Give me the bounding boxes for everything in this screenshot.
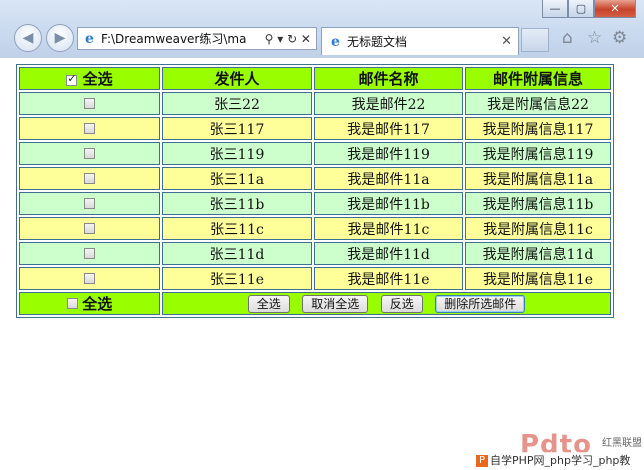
row-checkbox[interactable] <box>84 273 95 284</box>
footer-select-all-cell: 全选 <box>19 292 160 315</box>
invert-selection-button[interactable]: 反选 <box>380 294 423 313</box>
subject-cell: 我是邮件11e <box>314 267 463 290</box>
subject-cell: 我是邮件22 <box>314 92 463 115</box>
select-all-checkbox[interactable] <box>66 72 78 86</box>
footer-actions: 全选 取消全选 反选 删除所选邮件 <box>162 292 611 315</box>
watermark-caption-text: 自学PHP网_php学习_php教 <box>490 454 631 467</box>
header-select-all-label: 全选 <box>82 70 113 88</box>
table-row: 张三11e 我是邮件11e 我是附属信息11e <box>19 267 611 290</box>
row-checkbox[interactable] <box>84 98 95 109</box>
row-checkbox[interactable] <box>84 148 95 159</box>
table-row: 张三11b 我是邮件11b 我是附属信息11b <box>19 192 611 215</box>
footer-select-all-checkbox[interactable] <box>66 298 78 309</box>
table-row: 张三117 我是邮件117 我是附属信息117 <box>19 117 611 140</box>
table-row: 张三11d 我是邮件11d 我是附属信息11d <box>19 242 611 265</box>
footer-row: 全选 全选 取消全选 反选 删除所选邮件 <box>19 292 611 315</box>
table-row: 张三11a 我是邮件11a 我是附属信息11a <box>19 167 611 190</box>
attachment-cell: 我是附属信息11e <box>465 267 611 290</box>
gear-icon[interactable]: ⚙ <box>612 28 627 48</box>
tab-close-icon[interactable]: ✕ <box>501 34 512 49</box>
minimize-button[interactable]: — <box>542 0 568 18</box>
forward-icon[interactable]: ▶ <box>46 24 74 52</box>
attachment-cell: 我是附属信息11b <box>465 192 611 215</box>
row-checkbox-cell <box>19 117 160 140</box>
sender-cell: 张三117 <box>162 117 312 140</box>
table-row: 张三119 我是邮件119 我是附属信息119 <box>19 142 611 165</box>
back-icon[interactable]: ◀ <box>14 24 42 52</box>
sender-cell: 张三11b <box>162 192 312 215</box>
address-text[interactable]: F:\Dreamweaver练习\ma <box>101 30 265 47</box>
maximize-button[interactable]: ▢ <box>568 0 594 18</box>
row-checkbox-cell <box>19 242 160 265</box>
sender-cell: 张三22 <box>162 92 312 115</box>
delete-selected-button[interactable]: 删除所选邮件 <box>435 294 526 313</box>
row-checkbox[interactable] <box>84 248 95 259</box>
footer-select-all-label: 全选 <box>82 295 113 313</box>
watermark: Pdto 红黑联盟 P 自学PHP网_php学习_php教 <box>476 430 644 470</box>
sender-cell: 张三119 <box>162 142 312 165</box>
subject-cell: 我是邮件11b <box>314 192 463 215</box>
subject-cell: 我是邮件11c <box>314 217 463 240</box>
window-controls: — ▢ ✕ <box>542 0 636 18</box>
tab-title[interactable]: 无标题文档 <box>347 33 501 50</box>
watermark-tag: 红黑联盟 <box>602 438 642 449</box>
ie-tab-icon: e <box>331 33 340 50</box>
ie-icon: e <box>85 30 94 47</box>
subject-cell: 我是邮件11a <box>314 167 463 190</box>
mail-table: 全选 发件人 邮件名称 邮件附属信息 张三22 我是邮件22 我是附属信息22 … <box>16 64 614 318</box>
deselect-all-button[interactable]: 取消全选 <box>302 294 369 313</box>
sender-cell: 张三11c <box>162 217 312 240</box>
subject-cell: 我是邮件11d <box>314 242 463 265</box>
table-row: 张三22 我是邮件22 我是附属信息22 <box>19 92 611 115</box>
row-checkbox-cell <box>19 267 160 290</box>
row-checkbox[interactable] <box>84 223 95 234</box>
star-icon[interactable]: ☆ <box>587 28 602 48</box>
header-row: 全选 发件人 邮件名称 邮件附属信息 <box>19 67 611 90</box>
browser-chrome: — ▢ ✕ ◀ ▶ e F:\Dreamweaver练习\ma ⚲ ▾ ↻ ✕ … <box>0 0 644 59</box>
attachment-cell: 我是附属信息11d <box>465 242 611 265</box>
row-checkbox-cell <box>19 142 160 165</box>
close-window-button[interactable]: ✕ <box>594 0 636 18</box>
address-controls[interactable]: ⚲ ▾ ↻ ✕ <box>265 32 311 46</box>
row-checkbox-cell <box>19 217 160 240</box>
sender-cell: 张三11e <box>162 267 312 290</box>
watermark-caption: P 自学PHP网_php学习_php教 <box>476 452 631 468</box>
attachment-cell: 我是附属信息22 <box>465 92 611 115</box>
attachment-cell: 我是附属信息117 <box>465 117 611 140</box>
subject-cell: 我是邮件117 <box>314 117 463 140</box>
address-bar[interactable]: e F:\Dreamweaver练习\ma ⚲ ▾ ↻ ✕ <box>77 27 317 50</box>
select-all-button[interactable]: 全选 <box>247 294 290 313</box>
row-checkbox-cell <box>19 192 160 215</box>
attachment-cell: 我是附属信息11c <box>465 217 611 240</box>
header-attachment: 邮件附属信息 <box>465 67 611 90</box>
attachment-cell: 我是附属信息11a <box>465 167 611 190</box>
header-select-all: 全选 <box>19 67 160 90</box>
table-row: 张三11c 我是邮件11c 我是附属信息11c <box>19 217 611 240</box>
header-sender: 发件人 <box>162 67 312 90</box>
row-checkbox-cell <box>19 92 160 115</box>
php-icon: P <box>476 455 488 467</box>
page-viewport: 全选 发件人 邮件名称 邮件附属信息 张三22 我是邮件22 我是附属信息22 … <box>0 58 644 470</box>
row-checkbox[interactable] <box>84 123 95 134</box>
header-subject: 邮件名称 <box>314 67 463 90</box>
tab-current[interactable]: e 无标题文档 ✕ <box>321 27 519 55</box>
row-checkbox[interactable] <box>84 198 95 209</box>
attachment-cell: 我是附属信息119 <box>465 142 611 165</box>
home-icon[interactable]: ⌂ <box>562 28 573 48</box>
sender-cell: 张三11a <box>162 167 312 190</box>
row-checkbox-cell <box>19 167 160 190</box>
subject-cell: 我是邮件119 <box>314 142 463 165</box>
row-checkbox[interactable] <box>84 173 95 184</box>
new-tab-button[interactable] <box>521 28 549 52</box>
sender-cell: 张三11d <box>162 242 312 265</box>
